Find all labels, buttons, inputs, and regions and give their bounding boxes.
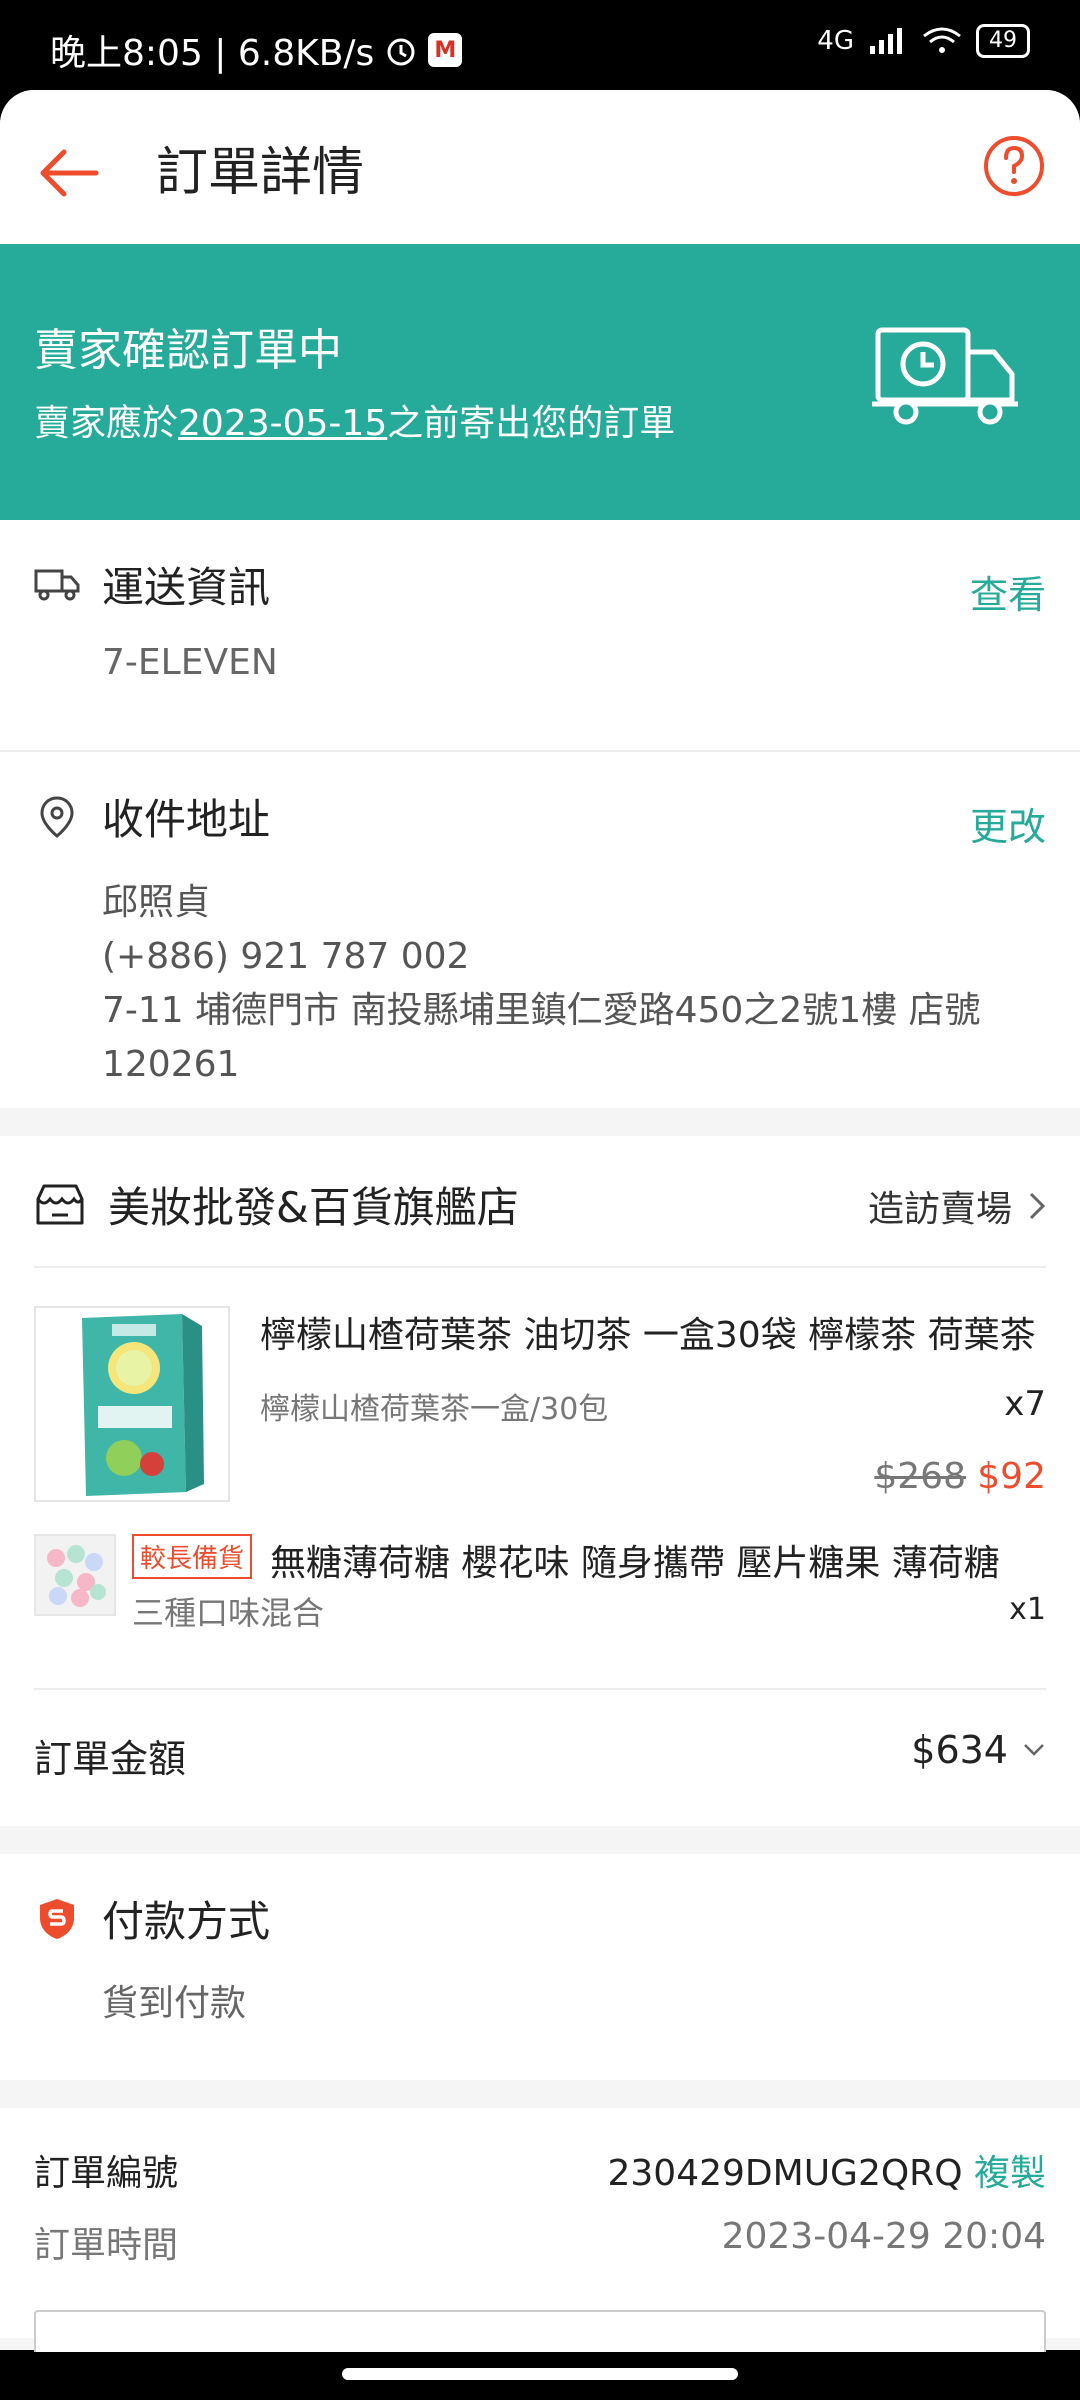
shop-section: 美妝批發&百貨旗艦店 造訪賣場 檸檬山楂荷葉茶 油切茶 一盒30袋 檸檬茶 荷葉… xyxy=(0,1136,1080,1826)
page-title: 訂單詳情 xyxy=(156,143,365,203)
ship-by-date: 2023-05-15 xyxy=(178,403,388,444)
order-detail-screen: 訂單詳情 賣家確認訂單中 賣家應於2023-05-15之前寄出您的訂單 運送資訊… xyxy=(0,90,1080,2350)
shipping-title-row: 運送資訊 xyxy=(34,554,1046,615)
status-title: 賣家確認訂單中 xyxy=(34,325,342,376)
order-time-value: 2023-04-29 20:04 xyxy=(721,2216,1046,2257)
change-address-link[interactable]: 更改 xyxy=(970,796,1046,851)
store-icon xyxy=(36,1184,84,1224)
payment-section: 付款方式 貨到付款 xyxy=(0,1854,1080,2080)
wifi-icon xyxy=(923,27,961,53)
product-quantity: x1 xyxy=(1009,1592,1046,1627)
chevron-down-icon xyxy=(1024,1744,1044,1756)
sale-price: $92 xyxy=(977,1456,1046,1497)
shop-name: 美妝批發&百貨旗艦店 xyxy=(108,1183,519,1232)
product-variant: 三種口味混合 xyxy=(132,1594,325,1632)
delivery-truck-icon xyxy=(872,327,1018,425)
product-thumbnail xyxy=(34,1306,230,1502)
order-number-label: 訂單編號 xyxy=(34,2153,179,2194)
gesture-bar xyxy=(0,2352,1080,2400)
address-lines: 邱照貞 (+886) 921 787 002 7-11 埔德門市 南投縣埔里鎮仁… xyxy=(102,876,1042,1092)
location-pin-icon xyxy=(40,795,74,838)
gmail-icon: M xyxy=(428,33,463,67)
subtitle-prefix: 賣家應於 xyxy=(34,403,179,444)
order-time-row: 訂單時間 2023-04-29 20:04 xyxy=(34,2216,1046,2268)
status-left: 晚上8:05 | 6.8KB/s M xyxy=(50,24,463,76)
order-total-row[interactable]: 訂單金額 $634 xyxy=(34,1688,1046,1808)
order-number-row: 訂單編號 230429DMUG2QRQ 複製 xyxy=(34,2144,1046,2196)
top-bar: 訂單詳情 xyxy=(0,90,1080,244)
home-indicator[interactable] xyxy=(342,2368,738,2380)
help-icon[interactable] xyxy=(982,134,1046,198)
shipping-title: 運送資訊 xyxy=(102,563,271,612)
address-title: 收件地址 xyxy=(102,795,271,844)
order-number-wrap: 230429DMUG2QRQ 複製 xyxy=(607,2144,1046,2196)
order-time-label: 訂單時間 xyxy=(34,2225,179,2266)
payment-method: 貨到付款 xyxy=(102,1983,247,2024)
alarm-icon xyxy=(387,38,415,66)
shop-header[interactable]: 美妝批發&百貨旗艦店 造訪賣場 xyxy=(34,1136,1046,1268)
payment-title-row: 付款方式 xyxy=(34,1888,1046,1949)
view-shipping-link[interactable]: 查看 xyxy=(970,564,1046,619)
subtitle-suffix: 之前寄出您的訂單 xyxy=(387,403,676,444)
truck-icon xyxy=(34,569,80,600)
recipient-address: 7-11 埔德門市 南投縣埔里鎮仁愛路450之2號1樓 店號120261 xyxy=(102,990,981,1085)
address-section: 收件地址 更改 邱照貞 (+886) 921 787 002 7-11 埔德門市… xyxy=(0,752,1080,1108)
visit-shop-label: 造訪賣場 xyxy=(867,1189,1012,1230)
back-arrow-icon[interactable] xyxy=(34,138,104,208)
original-price: $268 xyxy=(874,1456,966,1497)
section-gap xyxy=(0,1108,1080,1136)
shipping-info-section: 運送資訊 查看 7-ELEVEN xyxy=(0,520,1080,752)
section-gap xyxy=(0,1826,1080,1854)
product-name: 無糖薄荷糖 櫻花味 隨身攜帶 壓片糖果 薄荷糖 xyxy=(270,1543,1000,1584)
order-item[interactable]: 檸檬山楂荷葉茶 油切茶 一盒30袋 檸檬茶 荷葉茶 檸檬山楂荷葉茶一盒/30包 … xyxy=(34,1306,1046,1506)
network-label: 4G xyxy=(817,26,854,56)
product-name: 檸檬山楂荷葉茶 油切茶 一盒30袋 檸檬茶 荷葉茶 xyxy=(260,1315,1036,1356)
payment-title: 付款方式 xyxy=(102,1897,271,1946)
product-quantity: x7 xyxy=(1004,1384,1046,1424)
order-total-value-wrap: $634 xyxy=(911,1728,1046,1772)
order-item[interactable]: 較長備貨 無糖薄荷糖 櫻花味 隨身攜帶 壓片糖果 薄荷糖 三種口味混合 x1 xyxy=(34,1534,1046,1654)
order-number-value: 230429DMUG2QRQ xyxy=(607,2153,963,2194)
order-total-label: 訂單金額 xyxy=(34,1737,187,1781)
status-right: 4G 49 xyxy=(817,24,1030,58)
preorder-badge: 較長備貨 xyxy=(132,1534,253,1579)
recipient-name: 邱照貞 xyxy=(102,882,211,923)
copy-button[interactable]: 複製 xyxy=(974,2153,1046,2194)
visit-shop-button[interactable]: 造訪賣場 xyxy=(868,1180,1046,1232)
tea-box-image xyxy=(36,1308,228,1500)
shop-name-row: 美妝批發&百貨旗艦店 xyxy=(34,1174,519,1235)
chevron-right-icon xyxy=(1029,1192,1046,1220)
status-time: 晚上8:05 | 6.8KB/s xyxy=(50,33,375,74)
carrier-name: 7-ELEVEN xyxy=(102,642,278,683)
status-bar: 晚上8:05 | 6.8KB/s M 4G 49 xyxy=(0,0,1080,96)
shield-icon xyxy=(40,1898,74,1939)
signal-icon xyxy=(870,28,902,54)
status-subtitle: 賣家應於2023-05-15之前寄出您的訂單 xyxy=(34,394,675,446)
mint-candy-image xyxy=(36,1536,114,1614)
battery-icon: 49 xyxy=(976,24,1030,58)
recipient-phone: (+886) 921 787 002 xyxy=(102,936,470,977)
section-gap xyxy=(0,2080,1080,2108)
address-title-row: 收件地址 xyxy=(34,786,1046,847)
order-status-banner: 賣家確認訂單中 賣家應於2023-05-15之前寄出您的訂單 xyxy=(0,244,1080,520)
order-total-value: $634 xyxy=(911,1728,1008,1772)
product-variant: 檸檬山楂荷葉茶一盒/30包 xyxy=(260,1392,609,1427)
order-info-section: 訂單編號 230429DMUG2QRQ 複製 訂單時間 2023-04-29 2… xyxy=(0,2108,1080,2338)
product-thumbnail xyxy=(34,1534,116,1616)
